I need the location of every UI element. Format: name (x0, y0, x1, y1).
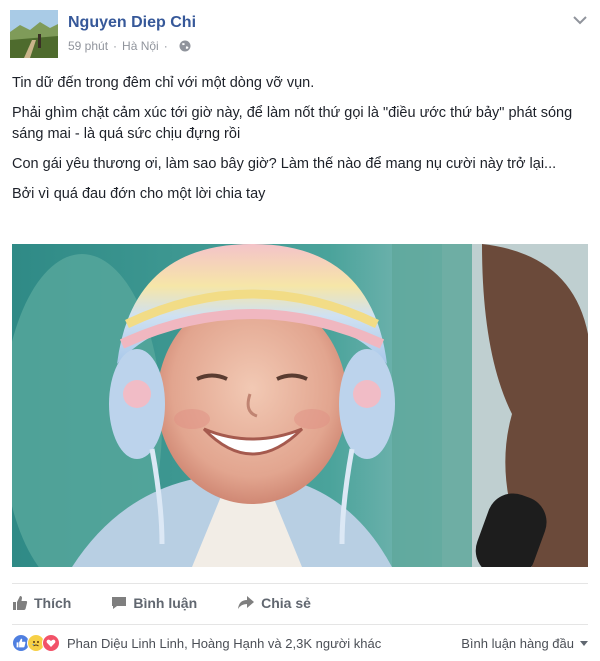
like-button[interactable]: Thích (12, 595, 71, 611)
post-paragraph-4: Bởi vì quá đau đớn cho một lời chia tay (12, 186, 266, 202)
caret-down-icon (580, 641, 588, 646)
action-bar: Thích Bình luận Chia sẻ (12, 588, 351, 618)
post-meta: 59 phút · Hà Nội · (68, 39, 191, 53)
sort-label: Bình luận hàng đầu (461, 636, 574, 651)
globe-icon[interactable] (179, 40, 191, 52)
love-reaction-icon (42, 634, 60, 652)
post-location[interactable]: Hà Nội (122, 39, 159, 53)
post-paragraph-2: Phải ghìm chặt cảm xúc tới giờ này, để l… (12, 105, 573, 142)
post-paragraph-3: Con gái yêu thương ơi, làm sao bây giờ? … (12, 156, 557, 172)
share-button[interactable]: Chia sẻ (237, 595, 311, 611)
comment-label: Bình luận (133, 595, 198, 611)
comment-button[interactable]: Bình luận (111, 595, 197, 611)
post-paragraph-1: Tin dữ đến trong đêm chỉ với một dòng vỡ… (12, 75, 315, 91)
comment-sort-dropdown[interactable]: Bình luận hàng đầu (461, 636, 588, 651)
reaction-names[interactable]: Phan Diệu Linh Linh, Hoàng Hạnh và 2,3K … (67, 636, 381, 651)
reaction-summary[interactable]: Phan Diệu Linh Linh, Hoàng Hạnh và 2,3K … (12, 632, 381, 654)
share-arrow-icon (238, 596, 255, 609)
smiling-girl-photo (12, 244, 588, 567)
author-name[interactable]: Nguyen Diep Chi (68, 14, 196, 32)
chevron-down-icon[interactable] (572, 14, 588, 26)
divider (12, 624, 588, 625)
meta-separator-2: · (163, 39, 168, 53)
divider (12, 583, 588, 584)
feed-post: Nguyen Diep Chi 59 phút · Hà Nội · Tin d… (0, 0, 600, 661)
thumbs-up-icon (13, 596, 28, 610)
share-label: Chia sẻ (261, 595, 311, 611)
meta-separator: · (113, 39, 118, 53)
avatar-landscape-icon (10, 10, 58, 58)
post-time[interactable]: 59 phút (68, 39, 108, 53)
author-avatar[interactable] (10, 10, 58, 58)
comment-icon (112, 597, 127, 609)
like-label: Thích (34, 595, 72, 611)
post-text: Tin dữ đến trong đêm chỉ với một dòng vỡ… (12, 73, 588, 214)
post-photo[interactable] (12, 244, 588, 567)
